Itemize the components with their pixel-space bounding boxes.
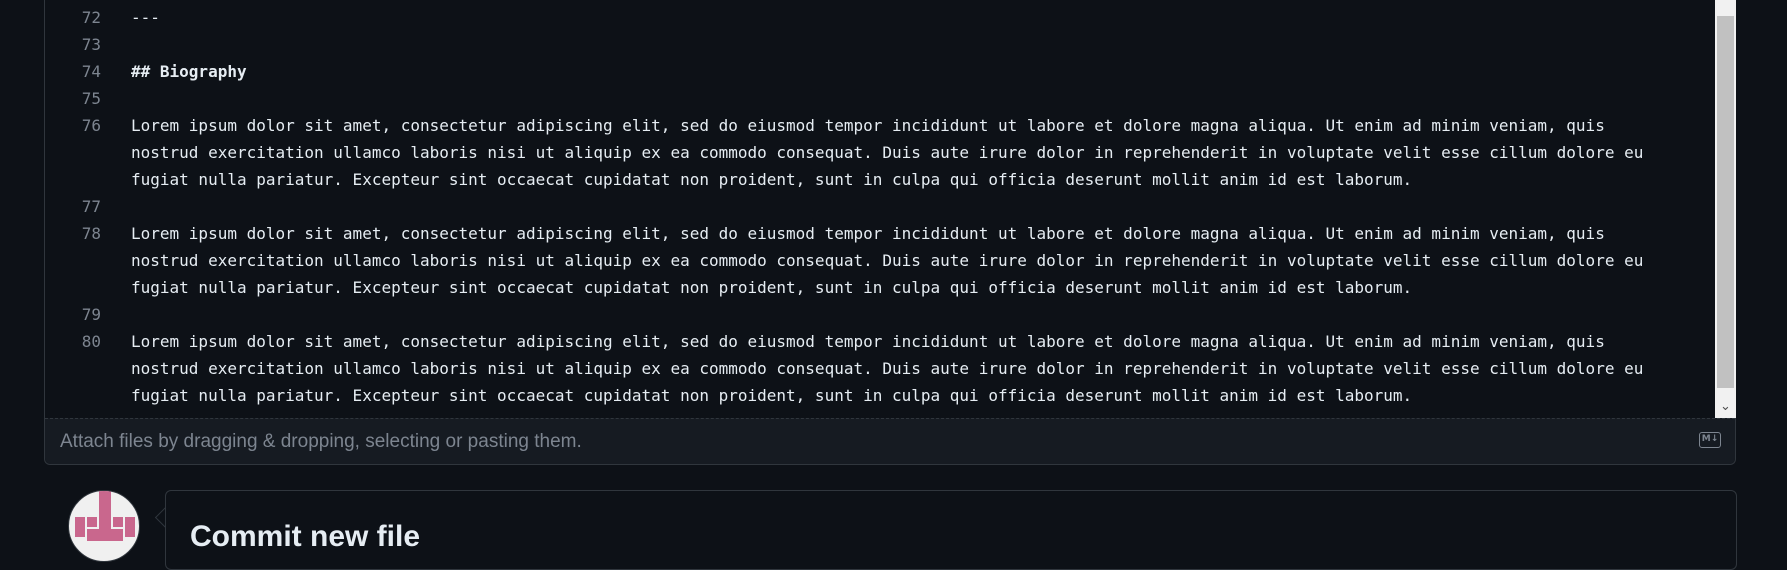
scrollbar-thumb[interactable] xyxy=(1717,16,1734,388)
line-text-wrap: fugiat nulla pariatur. Excepteur sint oc… xyxy=(131,278,1413,297)
line-number: 75 xyxy=(81,89,101,108)
line-text-wrap: nostrud exercitation ullamco laboris nis… xyxy=(131,359,1644,378)
editor-scrollbar[interactable]: ⌄ xyxy=(1715,0,1736,418)
line-number: 76 xyxy=(81,116,101,135)
file-editor: 72 --- 73 74 ## Biography 75 76 Lorem ip… xyxy=(44,0,1736,465)
line-number: 78 xyxy=(81,224,101,243)
line-number: 74 xyxy=(81,62,101,81)
scroll-down-arrow-icon[interactable]: ⌄ xyxy=(1715,396,1736,418)
attach-files-bar[interactable]: Attach files by dragging & dropping, sel… xyxy=(45,418,1735,464)
line-text-wrap: fugiat nulla pariatur. Excepteur sint oc… xyxy=(131,170,1413,189)
line-text-wrap: fugiat nulla pariatur. Excepteur sint oc… xyxy=(131,386,1413,405)
avatar[interactable] xyxy=(68,490,140,562)
line-text-wrap: nostrud exercitation ullamco laboris nis… xyxy=(131,143,1644,162)
line-text: Lorem ipsum dolor sit amet, consectetur … xyxy=(131,224,1605,243)
markdown-icon[interactable]: M↓ xyxy=(1699,432,1721,448)
line-number: 77 xyxy=(81,197,101,216)
line-text-wrap: nostrud exercitation ullamco laboris nis… xyxy=(131,251,1644,270)
line-text: ## Biography xyxy=(131,62,247,81)
line-number: 72 xyxy=(81,8,101,27)
attach-files-text: Attach files by dragging & dropping, sel… xyxy=(60,431,582,452)
commit-title: Commit new file xyxy=(190,520,421,553)
line-text: --- xyxy=(131,8,160,27)
line-text: Lorem ipsum dolor sit amet, consectetur … xyxy=(131,116,1605,135)
line-number: 80 xyxy=(81,332,101,351)
code-editor[interactable]: 72 --- 73 74 ## Biography 75 76 Lorem ip… xyxy=(45,0,1715,418)
line-number: 73 xyxy=(81,35,101,54)
line-number: 79 xyxy=(81,305,101,324)
line-text: Lorem ipsum dolor sit amet, consectetur … xyxy=(131,332,1605,351)
